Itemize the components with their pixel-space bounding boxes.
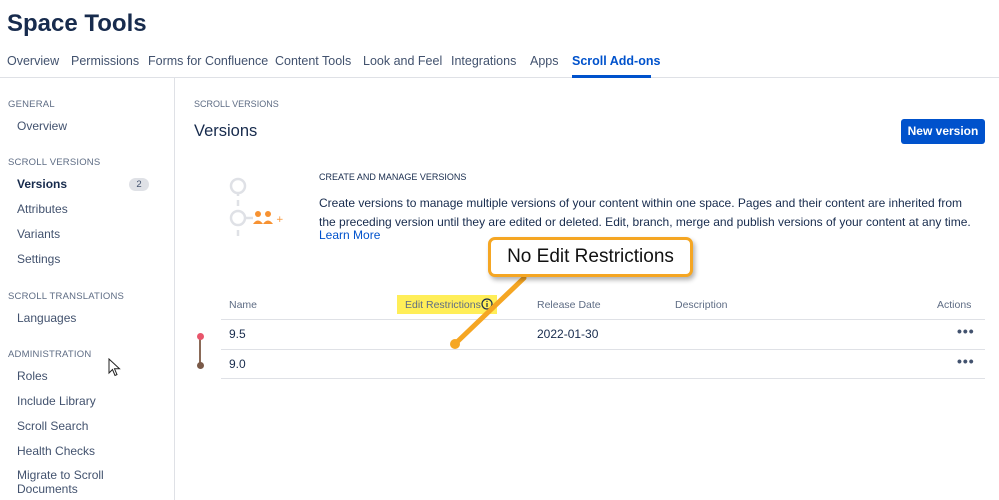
sidebar-heading-general: GENERAL <box>8 99 55 110</box>
row-name[interactable]: 9.5 <box>229 327 246 341</box>
table-row-divider <box>221 349 985 350</box>
versions-count-badge: 2 <box>129 178 149 191</box>
sidebar-heading-administration: ADMINISTRATION <box>8 349 92 360</box>
row-name[interactable]: 9.0 <box>229 357 246 371</box>
table-header-divider <box>221 319 985 320</box>
mouse-cursor-icon <box>108 358 121 377</box>
sidebar: GENERAL Overview SCROLL VERSIONS Version… <box>0 78 175 500</box>
versions-illustration: + <box>229 177 284 236</box>
column-header-name: Name <box>229 299 258 311</box>
table-row-divider <box>221 378 985 379</box>
sidebar-item-roles[interactable]: Roles <box>17 369 48 383</box>
sidebar-item-include-library[interactable]: Include Library <box>17 394 96 408</box>
new-version-button[interactable]: New version <box>901 119 985 144</box>
more-actions-icon[interactable]: ••• <box>957 353 975 369</box>
tab-permissions[interactable]: Permissions <box>71 54 139 68</box>
tab-look-and-feel[interactable]: Look and Feel <box>363 54 442 68</box>
more-actions-icon[interactable]: ••• <box>957 323 975 339</box>
sidebar-item-overview[interactable]: Overview <box>17 119 67 133</box>
section-title: Versions <box>194 122 258 140</box>
svg-text:+: + <box>276 215 284 225</box>
sidebar-heading-scroll-translations: SCROLL TRANSLATIONS <box>8 291 125 302</box>
page-title: Space Tools <box>7 10 147 37</box>
sidebar-item-health-checks[interactable]: Health Checks <box>17 444 95 458</box>
column-header-actions: Actions <box>937 299 972 311</box>
annotation-callout: No Edit Restrictions <box>488 237 693 277</box>
sidebar-item-migrate[interactable]: Migrate to Scroll Documents <box>17 468 127 496</box>
sidebar-item-scroll-search[interactable]: Scroll Search <box>17 419 88 433</box>
sidebar-item-variants[interactable]: Variants <box>17 227 60 241</box>
breadcrumb: SCROLL VERSIONS <box>194 99 279 109</box>
version-timeline-dot-current <box>196 333 204 340</box>
tab-overview[interactable]: Overview <box>7 54 59 68</box>
tab-forms-for-confluence[interactable]: Forms for Confluence <box>148 54 268 68</box>
tab-apps[interactable]: Apps <box>530 54 559 68</box>
version-timeline-dot-past <box>196 362 204 369</box>
sidebar-item-attributes[interactable]: Attributes <box>17 202 68 216</box>
tab-integrations[interactable]: Integrations <box>451 54 516 68</box>
info-heading: CREATE AND MANAGE VERSIONS <box>319 172 467 182</box>
sidebar-item-settings[interactable]: Settings <box>17 252 60 266</box>
tab-scroll-add-ons[interactable]: Scroll Add-ons <box>572 54 660 68</box>
space-tools-tabs: Overview Permissions Forms for Confluenc… <box>0 50 999 78</box>
learn-more-link[interactable]: Learn More <box>319 228 380 242</box>
active-tab-indicator <box>572 75 651 78</box>
sidebar-item-languages[interactable]: Languages <box>17 311 76 325</box>
tab-content-tools[interactable]: Content Tools <box>275 54 351 68</box>
column-header-description: Description <box>675 299 728 311</box>
version-timeline-line <box>199 337 201 365</box>
sidebar-heading-scroll-versions: SCROLL VERSIONS <box>8 157 101 168</box>
info-description: Create versions to manage multiple versi… <box>319 196 971 229</box>
callout-arrow <box>450 275 527 349</box>
sidebar-item-versions[interactable]: Versions <box>17 177 67 191</box>
